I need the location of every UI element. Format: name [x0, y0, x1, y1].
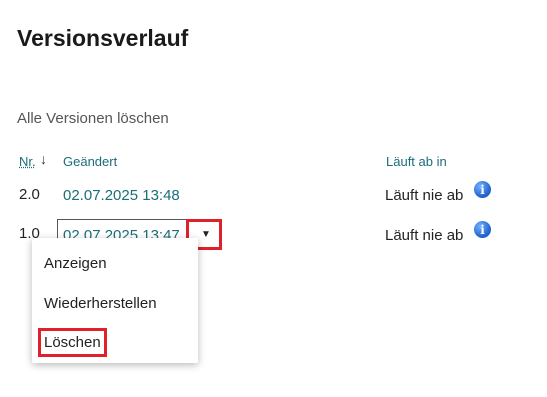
- sort-descending-icon: ↓: [40, 151, 47, 167]
- version-date-link[interactable]: 02.07.2025 13:48: [63, 187, 180, 204]
- caret-down-icon: ▼: [201, 229, 211, 240]
- page-title: Versionsverlauf: [17, 25, 189, 51]
- menu-item-restore[interactable]: Wiederherstellen: [44, 295, 157, 312]
- menu-item-delete[interactable]: Löschen: [38, 328, 107, 357]
- version-number: 2.0: [19, 186, 40, 203]
- info-icon[interactable]: i: [474, 181, 491, 198]
- delete-all-versions-link[interactable]: Alle Versionen löschen: [17, 110, 169, 127]
- menu-item-view[interactable]: Anzeigen: [44, 255, 107, 272]
- version-expiry: Läuft nie ab: [385, 187, 464, 204]
- version-context-menu: Anzeigen Wiederherstellen Löschen: [32, 238, 198, 363]
- info-icon[interactable]: i: [474, 221, 491, 238]
- column-header-nr[interactable]: Nr.: [19, 154, 36, 169]
- version-expiry: Läuft nie ab: [385, 227, 464, 244]
- column-header-expires[interactable]: Läuft ab in: [386, 154, 447, 169]
- column-header-changed[interactable]: Geändert: [63, 154, 117, 169]
